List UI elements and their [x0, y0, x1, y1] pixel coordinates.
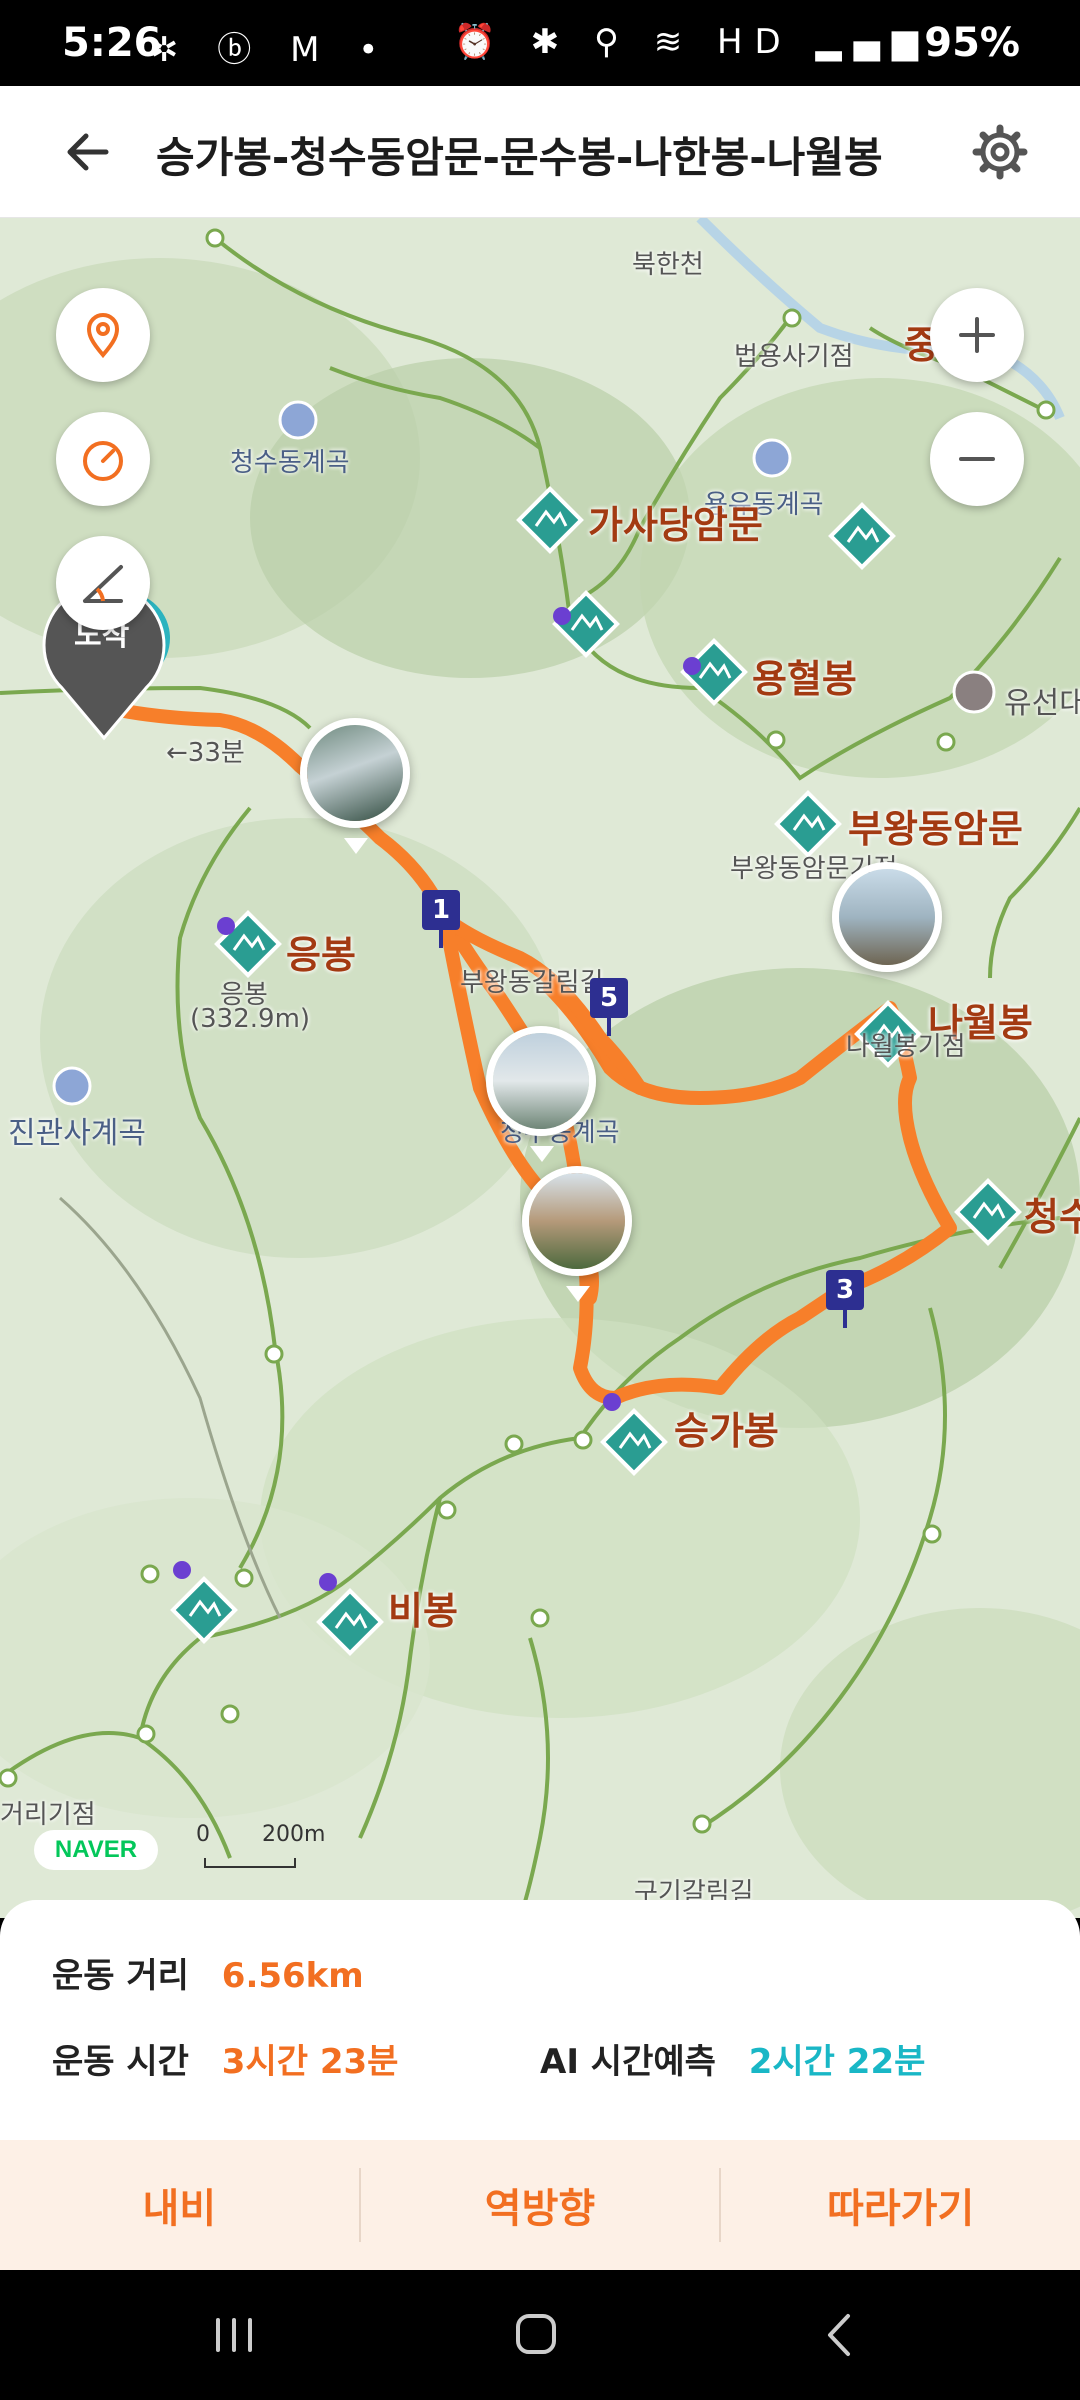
ai-time-value: 2시간 22분 — [748, 2042, 926, 2082]
elevation-button[interactable] — [56, 536, 150, 630]
ai-time-label: AI 시간예측 — [540, 2042, 716, 2082]
waypoint-5[interactable]: 5 — [590, 978, 628, 1018]
reverse-button[interactable]: 역방향 — [361, 2140, 720, 2270]
stats-panel: 운동 거리 6.56km 운동 시간 3시간 23분 AI 시간예측 2시간 2… — [0, 1900, 1080, 2140]
back-icon[interactable] — [800, 2300, 880, 2370]
map-label-georigijeom: 거리기점 — [0, 1800, 96, 1830]
distance-label: 운동 거리 — [52, 1956, 189, 1996]
map-label-beopyongsa: 법용사기점 — [734, 342, 854, 372]
map-label-yonghyeolbong: 용혈봉 — [752, 657, 857, 701]
my-location-button[interactable] — [56, 288, 150, 382]
time-value: 3시간 23분 — [221, 2042, 399, 2082]
map-view[interactable]: 북한천 법용사기점 중 청수동계곡 용유동계곡 가사당암문 용혈봉 유선대 부왕… — [0, 218, 1080, 1918]
photo-marker-sky[interactable] — [486, 1026, 596, 1136]
status-bar: 5:26 ✲ ⓑ M • ⏰ ✱ ⚲ ≋ HD ▂▄▆ 95% — [0, 0, 1080, 86]
map-label-cheongsu: 청수 — [1024, 1195, 1080, 1239]
map-label-seunggabong: 승가봉 — [674, 1409, 779, 1453]
photo-marker-rock[interactable] — [522, 1166, 632, 1276]
speed-button[interactable] — [56, 412, 150, 506]
minus-icon — [959, 457, 995, 461]
time-label: 운동 시간 — [52, 2042, 189, 2082]
map-label-buwang-junction: 부왕동갈림길 — [460, 968, 604, 998]
navi-button[interactable]: 내비 — [0, 2140, 359, 2270]
photo-marker-tail — [566, 1286, 590, 1302]
zoom-out-button[interactable] — [930, 412, 1024, 506]
plus-icon — [959, 317, 995, 353]
notification-icons: ✲ ⓑ M • — [150, 30, 393, 70]
speedometer-icon — [83, 441, 123, 481]
naver-logo: NAVER — [34, 1830, 158, 1870]
map-label-eungbong: 응봉 — [286, 933, 356, 977]
map-label-bibong: 비봉 — [388, 1589, 458, 1633]
gear-icon[interactable] — [970, 122, 1030, 182]
recent-apps-icon[interactable] — [194, 2300, 274, 2370]
map-label-buwangdong: 부왕동암문 — [848, 807, 1023, 851]
status-time: 5:26 — [62, 20, 162, 66]
home-icon[interactable] — [496, 2300, 576, 2370]
action-bar: 내비 역방향 따라가기 — [0, 2140, 1080, 2270]
scale-zero: 0 — [196, 1822, 210, 1847]
map-label-bukhancheon: 북한천 — [632, 250, 704, 280]
map-label-gasadang: 가사당암문 — [588, 503, 763, 547]
waypoint-stem — [439, 930, 443, 948]
map-label-nawol-point: 나월봉기점 — [846, 1032, 966, 1062]
battery-level: 95% — [924, 20, 1020, 66]
distance-value: 6.56km — [221, 1956, 364, 1996]
location-pin-icon — [86, 313, 120, 359]
map-label-yuseondae: 유선대 — [1004, 686, 1080, 721]
back-arrow-icon[interactable] — [58, 122, 118, 182]
waypoint-stem — [607, 1018, 611, 1036]
system-icons: ⏰ ✱ ⚲ ≋ HD ▂▄▆ — [453, 22, 930, 62]
waypoint-3[interactable]: 3 — [826, 1270, 864, 1310]
scale-bar — [204, 1858, 296, 1868]
photo-marker-ridge[interactable] — [832, 862, 942, 972]
waypoint-stem — [843, 1310, 847, 1328]
follow-button[interactable]: 따라가기 — [721, 2140, 1080, 2270]
scale-label: 200m — [262, 1822, 326, 1847]
zoom-in-button[interactable] — [930, 288, 1024, 382]
photo-marker-tail — [530, 1146, 554, 1162]
waypoint-1[interactable]: 1 — [422, 890, 460, 930]
photo-marker-tail — [344, 838, 368, 854]
system-nav-bar — [0, 2270, 1080, 2400]
map-label-jingwansa: 진관사계곡 — [8, 1116, 146, 1151]
route-title: 승가봉-청수동암문-문수봉-나한봉-나월봉 — [156, 133, 883, 182]
map-label-eungbong-elevation: (332.9m) — [190, 1004, 311, 1034]
map-label-cheongsudong-valley: 청수동계곡 — [230, 448, 350, 478]
map-label-33min: ←33분 — [166, 738, 245, 768]
slope-icon — [83, 565, 123, 603]
app-header: 승가봉-청수동암문-문수봉-나한봉-나월봉 — [0, 86, 1080, 218]
photo-marker-stream[interactable] — [300, 718, 410, 828]
